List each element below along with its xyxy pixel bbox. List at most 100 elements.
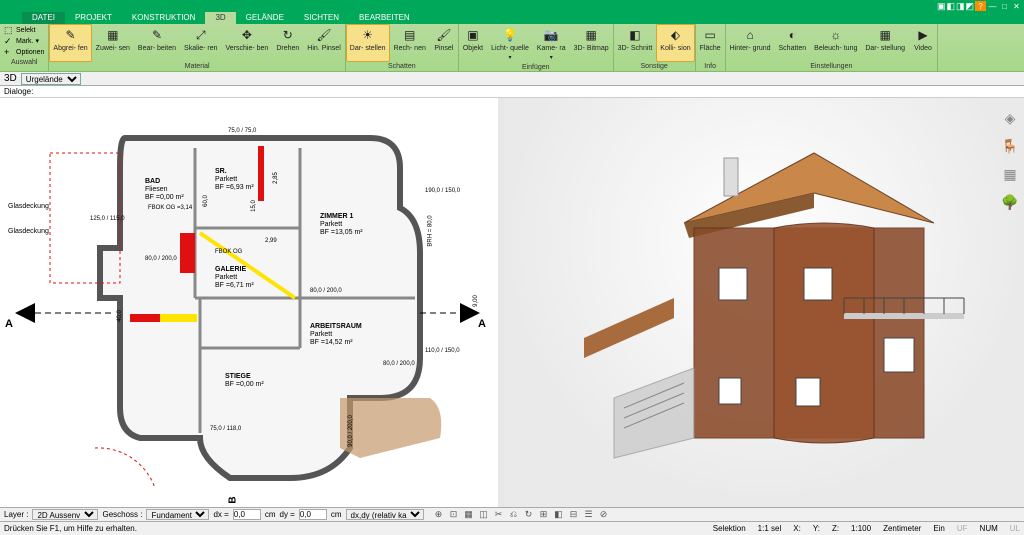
dy-input[interactable] xyxy=(299,509,327,520)
room-arbeitsraum-area: BF =14,52 m² xyxy=(310,339,353,347)
section-a-left: A xyxy=(5,320,13,328)
video-icon: ▶ xyxy=(914,26,932,44)
floorplan-pane[interactable]: Glasdeckung Glasdeckung A A B BAD Fliese… xyxy=(0,98,498,507)
video-button[interactable]: ▶Video xyxy=(909,24,937,62)
ribbon: ⬚Selekt ✓Mark.▾ +Optionen Auswahl ✎Abgre… xyxy=(0,24,1024,72)
group-sonstige-label: Sonstige xyxy=(614,62,695,71)
background-icon: ⌂ xyxy=(741,26,759,44)
status-ein: Ein xyxy=(933,524,945,533)
group-schatten-label: Schatten xyxy=(346,62,458,71)
title-icon-3[interactable]: ◨ xyxy=(956,1,965,12)
zuweisen-button[interactable]: ▦Zuwei- sen xyxy=(92,24,134,62)
dim-3: 190,0 / 150,0 xyxy=(425,188,460,194)
title-icon-1[interactable]: ▣ xyxy=(937,1,946,12)
kamera-button[interactable]: 📷Kame- ra▾ xyxy=(533,24,570,63)
tb-icon-9[interactable]: ◧ xyxy=(552,509,566,521)
main-content: Glasdeckung Glasdeckung A A B BAD Fliese… xyxy=(0,98,1024,507)
status-bar: Drücken Sie F1, um Hilfe zu erhalten. Se… xyxy=(0,521,1024,535)
tb-icon-3[interactable]: ▦ xyxy=(462,509,476,521)
tab-bearbeiten[interactable]: BEARBEITEN xyxy=(349,12,420,24)
rechnen-button[interactable]: ▤Rech- nen xyxy=(390,24,430,62)
bearbeiten-button[interactable]: ✎Bear- beiten xyxy=(134,24,180,62)
tree-icon[interactable]: 🌳 xyxy=(1000,192,1020,212)
dim-7: BRH = 80,0 xyxy=(428,215,434,246)
mark-button[interactable]: ✓Mark.▾ xyxy=(2,36,46,46)
title-icon-4[interactable]: ◩ xyxy=(965,1,974,12)
palette-icon[interactable]: ▦ xyxy=(1000,164,1020,184)
layers-icon[interactable]: ◈ xyxy=(1000,108,1020,128)
select-button[interactable]: ⬚Selekt xyxy=(2,25,46,35)
verschieben-button[interactable]: ✥Verschie- ben xyxy=(222,24,273,62)
room-galerie-fbok: FBOK OG xyxy=(215,248,242,256)
tb-icon-1[interactable]: ⊕ xyxy=(432,509,446,521)
dim-1: 125,0 / 115,0 xyxy=(90,216,125,222)
3d-schnitt-button[interactable]: ◧3D- Schnitt xyxy=(614,24,657,62)
move-icon: ✥ xyxy=(238,26,256,44)
group-material-label: Material xyxy=(49,62,344,71)
optionen-button[interactable]: +Optionen xyxy=(2,47,46,57)
section-icon: ◧ xyxy=(626,26,644,44)
tab-gelaende[interactable]: GELÄNDE xyxy=(236,12,294,24)
tab-konstruktion[interactable]: KONSTRUKTION xyxy=(122,12,206,24)
dim-9: 2,99 xyxy=(265,238,277,244)
tb-icon-5[interactable]: ✂ xyxy=(492,509,506,521)
brush-icon: 🖌 xyxy=(315,26,333,44)
hintergrund-button[interactable]: ⌂Hinter- grund xyxy=(726,24,775,62)
tb-icon-2[interactable]: ⊡ xyxy=(447,509,461,521)
furniture-icon[interactable]: 🪑 xyxy=(1000,136,1020,156)
kollision-button[interactable]: ⬖Kolli- sion xyxy=(656,24,694,62)
dim-6: 80,0 / 200,0 xyxy=(383,361,415,367)
minimize-button[interactable]: — xyxy=(987,1,998,11)
tb-icon-4[interactable]: ◫ xyxy=(477,509,491,521)
mode-label: 3D xyxy=(4,73,17,84)
tb-icon-8[interactable]: ⊞ xyxy=(537,509,551,521)
lichtquelle-button[interactable]: 💡Licht- quelle▾ xyxy=(487,24,533,63)
menu-file[interactable]: DATEI xyxy=(22,12,65,24)
help-button[interactable]: ? xyxy=(975,1,986,11)
darstellen-button[interactable]: ☀Dar- stellen xyxy=(346,24,390,62)
room-bad-surface: Fliesen xyxy=(145,186,168,194)
room-sr-name: SR. xyxy=(215,168,227,176)
coord-mode-select[interactable]: dx,dy (relativ ka xyxy=(346,509,424,520)
title-icon-2[interactable]: ◧ xyxy=(946,1,955,12)
status-x: X: xyxy=(793,524,801,533)
schatten-einst-button[interactable]: ◐Schatten xyxy=(775,24,811,62)
layer-bar: Layer : 2D Aussenv Geschoss : Fundament … xyxy=(0,507,1024,521)
dx-input[interactable] xyxy=(233,509,261,520)
status-selektion: Selektion xyxy=(713,524,746,533)
bitmap-icon: ▦ xyxy=(582,26,600,44)
geschoss-select[interactable]: Fundament xyxy=(146,509,209,520)
flaeche-button[interactable]: ▭Fläche xyxy=(696,24,725,62)
edit-icon: ✎ xyxy=(148,26,166,44)
tb-icon-6[interactable]: ⎌ xyxy=(507,509,521,521)
hin-pinsel-button[interactable]: 🖌Hin. Pinsel xyxy=(303,24,344,62)
3d-house-model xyxy=(564,138,974,478)
objekt-button[interactable]: ▣Objekt xyxy=(459,24,487,63)
close-button[interactable]: ✕ xyxy=(1011,1,1022,11)
dim-8: 75,0 / 75,0 xyxy=(228,128,256,134)
tab-sichten[interactable]: SICHTEN xyxy=(294,12,349,24)
tb-icon-12[interactable]: ⊘ xyxy=(597,509,611,521)
abgreifen-button[interactable]: ✎Abgrei- fen xyxy=(49,24,91,62)
drehen-button[interactable]: ↻Drehen xyxy=(272,24,303,62)
status-hint: Drücken Sie F1, um Hilfe zu erhalten. xyxy=(4,524,137,533)
room-sr-surface: Parkett xyxy=(215,176,237,184)
rotate-icon: ↻ xyxy=(279,26,297,44)
tab-projekt[interactable]: PROJEKT xyxy=(65,12,122,24)
3d-bitmap-button[interactable]: ▦3D- Bitmap xyxy=(570,24,613,63)
dx-lbl: dx = xyxy=(213,510,228,519)
pinsel-button[interactable]: 🖌Pinsel xyxy=(430,24,458,62)
brush-icon: 🖌 xyxy=(435,26,453,44)
tab-3d[interactable]: 3D xyxy=(205,12,235,24)
beleuchtung-button[interactable]: ☼Beleuch- tung xyxy=(810,24,861,62)
tb-icon-11[interactable]: ☰ xyxy=(582,509,596,521)
scene-select[interactable]: Urgelände xyxy=(21,73,81,85)
darstellung-button[interactable]: ▦Dar- stellung xyxy=(861,24,909,62)
skalieren-button[interactable]: ⤢Skalie- ren xyxy=(180,24,221,62)
tb-icon-10[interactable]: ⊟ xyxy=(567,509,581,521)
3d-view-pane[interactable]: ◈ 🪑 ▦ 🌳 xyxy=(504,98,1024,507)
label-glasdeckung-2: Glasdeckung xyxy=(8,228,49,236)
maximize-button[interactable]: □ xyxy=(999,1,1010,11)
tb-icon-7[interactable]: ↻ xyxy=(522,509,536,521)
layer-select[interactable]: 2D Aussenv xyxy=(32,509,98,520)
